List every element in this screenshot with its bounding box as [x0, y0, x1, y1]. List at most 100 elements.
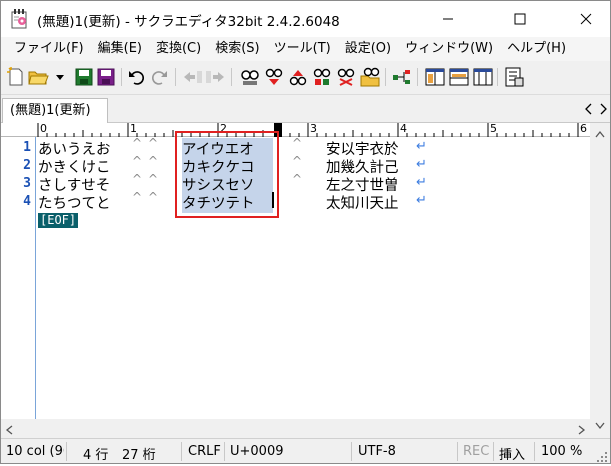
status-separator: [457, 442, 458, 461]
tab-mark: ^: [292, 172, 303, 186]
close-button[interactable]: [563, 1, 609, 37]
save-icon[interactable]: [73, 66, 95, 88]
app-window: (無題)1(更新) - サクラエディタ32bit 2.4.2.6048 ファイル…: [0, 0, 611, 464]
ruler-label: 0: [40, 122, 47, 135]
search-prev-icon[interactable]: [287, 66, 309, 88]
editor-area[interactable]: 0 1 2 3 4 5 6 1 あいうえお ^ ^ アイウエオ ^ 安以宇衣於 …: [1, 122, 590, 438]
tab-mark: ^: [148, 190, 159, 204]
open-folder-icon[interactable]: [27, 66, 49, 88]
menu-tools[interactable]: ツール(T): [267, 37, 338, 61]
tab-mark: ^: [132, 172, 143, 186]
ruler-label: 6: [580, 122, 587, 135]
ruler-label: 3: [310, 122, 317, 135]
status-col-info: 10 col (96: [6, 444, 64, 459]
highlight-box: [175, 131, 279, 218]
line-number: 2: [23, 158, 31, 173]
replace-icon[interactable]: [311, 66, 333, 88]
crlf-mark: ↵: [416, 175, 427, 190]
status-insert-mode[interactable]: 挿入: [499, 444, 525, 463]
status-eol[interactable]: CRLF: [188, 444, 221, 459]
toolbar-separator: [497, 68, 498, 86]
toolbar-separator: [417, 68, 418, 86]
chevron-down-icon[interactable]: [49, 66, 64, 88]
menu-settings[interactable]: 設定(O): [338, 37, 398, 61]
title-bar: (無題)1(更新) - サクラエディタ32bit 2.4.2.6048: [1, 1, 610, 37]
toolbar-separator: [231, 68, 232, 86]
status-zoom[interactable]: 100 %: [541, 444, 582, 459]
search-icon[interactable]: [239, 66, 261, 88]
undo-icon[interactable]: [126, 66, 148, 88]
text-segment: 太知川天止: [326, 196, 399, 212]
search-next-icon[interactable]: [263, 66, 285, 88]
line-number: 4: [23, 194, 31, 209]
ruler-label: 4: [400, 122, 407, 135]
tab-untitled-1[interactable]: (無題)1(更新): [2, 98, 108, 124]
ruler-label: 5: [490, 122, 497, 135]
cascade-icon[interactable]: [472, 66, 494, 88]
tab-mark: ^: [292, 154, 303, 168]
status-separator: [66, 442, 67, 461]
menu-window[interactable]: ウィンドウ(W): [398, 37, 500, 61]
scroll-right-icon[interactable]: [578, 424, 586, 439]
scroll-down-icon[interactable]: [595, 419, 605, 434]
status-char-code: U+0009: [230, 444, 284, 459]
tab-strip: (無題)1(更新): [1, 96, 610, 124]
status-separator: [493, 442, 494, 461]
sakura-editor-icon: [11, 9, 29, 29]
tab-mark: ^: [148, 136, 159, 150]
crlf-mark: ↵: [416, 157, 427, 172]
line-number: 1: [23, 140, 31, 155]
toolbar: [1, 61, 610, 95]
crlf-mark: ↵: [416, 139, 427, 154]
move-next-icon[interactable]: [204, 66, 226, 88]
save-all-icon[interactable]: [95, 66, 117, 88]
tab-mark: ^: [132, 136, 143, 150]
crlf-mark: ↵: [416, 193, 427, 208]
tab-mark: ^: [132, 190, 143, 204]
outline-icon[interactable]: [391, 66, 413, 88]
toolbar-separator: [175, 68, 176, 86]
status-encoding[interactable]: UTF-8: [358, 444, 396, 459]
status-separator: [534, 442, 535, 461]
menu-file[interactable]: ファイル(F): [7, 37, 91, 61]
vertical-scrollbar[interactable]: [590, 123, 610, 438]
move-prev-icon[interactable]: [182, 66, 204, 88]
toolbar-separator: [385, 68, 386, 86]
tab-mark: ^: [148, 154, 159, 168]
menu-help[interactable]: ヘルプ(H): [500, 37, 573, 61]
menu-search[interactable]: 検索(S): [208, 37, 266, 61]
tile-horizontal-icon[interactable]: [448, 66, 470, 88]
grep-icon[interactable]: [359, 66, 381, 88]
tab-mark: ^: [148, 172, 159, 186]
tab-scroll-left-icon[interactable]: [584, 100, 594, 118]
toolbar-separator: [121, 68, 122, 86]
menu-edit[interactable]: 編集(E): [91, 37, 149, 61]
tab-mark: ^: [292, 136, 303, 150]
tab-label: (無題)1(更新): [10, 103, 91, 118]
ruler: 0 1 2 3 4 5 6: [1, 122, 590, 137]
menu-bar: ファイル(F) 編集(E) 変換(C) 検索(S) ツール(T) 設定(O) ウ…: [1, 37, 610, 61]
redo-icon[interactable]: [148, 66, 170, 88]
status-separator: [351, 442, 352, 461]
status-rec: REC: [463, 444, 490, 459]
status-separator: [224, 442, 225, 461]
new-file-icon[interactable]: [5, 66, 27, 88]
menu-convert[interactable]: 変換(C): [149, 37, 208, 61]
status-col: 27 桁: [122, 448, 156, 463]
status-row: 4 行: [83, 448, 109, 463]
minimize-button[interactable]: [425, 1, 471, 37]
scroll-left-icon[interactable]: [5, 424, 13, 439]
tile-vertical-icon[interactable]: [424, 66, 446, 88]
clear-mark-icon[interactable]: [335, 66, 357, 88]
text-segment: たちつてと: [38, 196, 111, 212]
maximize-button[interactable]: [497, 1, 543, 37]
gutter-divider: [35, 137, 36, 437]
ruler-label: 1: [130, 122, 137, 135]
line-number: 3: [23, 176, 31, 191]
scroll-up-icon[interactable]: [595, 127, 605, 142]
horizontal-scrollbar[interactable]: [1, 419, 590, 438]
tab-scroll-right-icon[interactable]: [598, 100, 608, 118]
window-title: (無題)1(更新) - サクラエディタ32bit 2.4.2.6048: [37, 14, 340, 30]
status-separator: [181, 442, 182, 461]
window-list-icon[interactable]: [503, 66, 525, 88]
